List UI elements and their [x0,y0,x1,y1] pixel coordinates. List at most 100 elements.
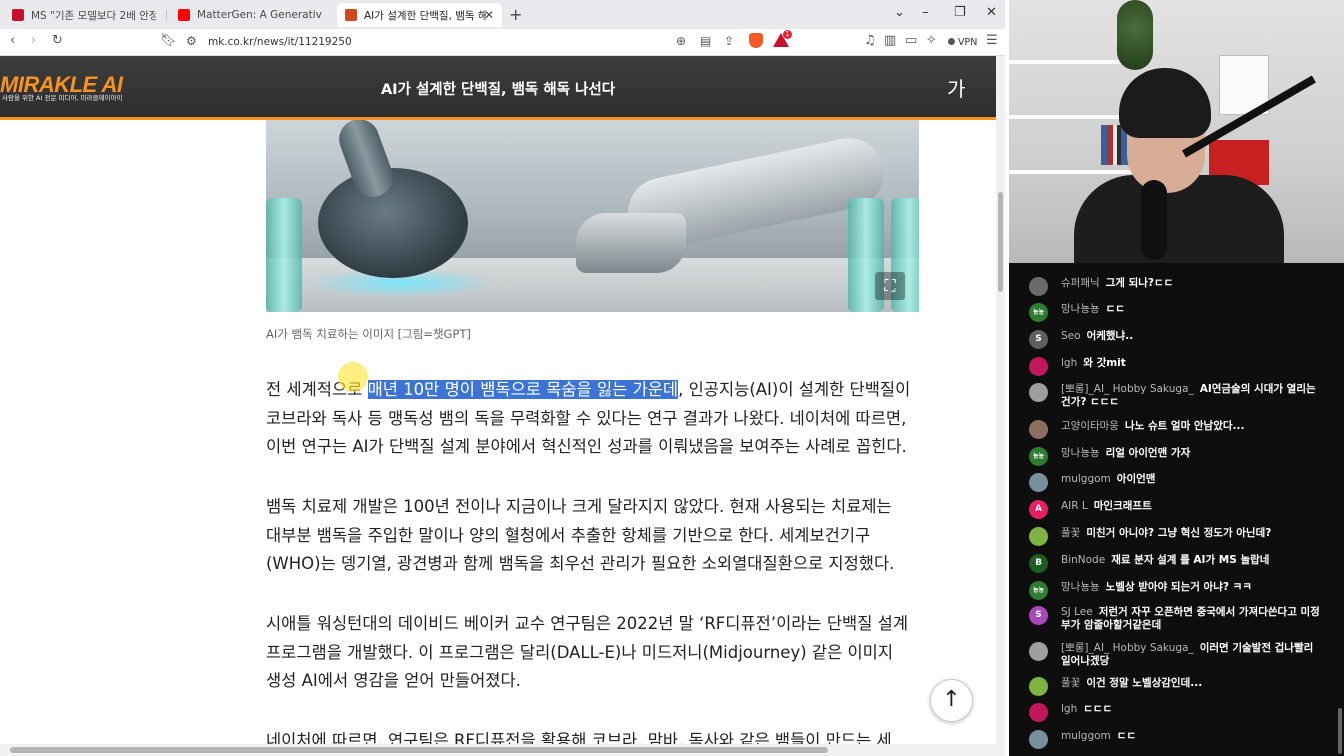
reload-icon[interactable]: ↻ [52,33,63,48]
tab-mattergen-youtube[interactable]: MatterGen: A Generative Model f [170,3,330,27]
reader-mode-icon[interactable]: ▤ [700,34,711,48]
paragraph-4: 네이처에 따르면, 연구팀은 RF디퓨전을 활용해 코브라, 맘바, 독사와 같… [266,731,892,744]
site-info-icon[interactable]: ⚙ [186,34,197,48]
stream-panel: 슈퍼패닉 그게 되나?ㄷㄷ 뇽뇽 망나뇽뇽 ㄷㄷ S Seo 어케했냐.. lgh 와 갓mit[… [1009,0,1344,756]
chat-author[interactable]: lgh [1061,703,1077,715]
chat-author[interactable]: 풀꽃 [1061,677,1080,689]
avatar[interactable]: 뇽뇽 [1029,447,1048,466]
avatar[interactable]: A [1029,500,1048,519]
chat-message-text: 와 갓mit [1083,357,1126,369]
avatar[interactable] [1029,420,1048,439]
leo-ai-icon[interactable]: ✧ [926,33,937,48]
chat-message-text: 미친거 아니야? 그냥 혁신 정도가 아닌데? [1086,527,1272,539]
avatar[interactable] [1029,357,1048,376]
restore-icon[interactable]: ❐ [954,5,966,20]
chat-text: 망나뇽뇽 리얼 아이언맨 가자 [1061,447,1321,460]
page-title: AI가 설계한 단백질, 뱀독 해독 나선다 [380,82,616,98]
avatar[interactable] [1029,473,1048,492]
rewards-badge: 1 [783,30,792,39]
chat-author[interactable]: mulggom [1061,730,1111,742]
brave-shields-icon[interactable] [749,33,763,48]
scrollbar-thumb[interactable] [998,192,1003,292]
chat-scrollbar[interactable] [1338,708,1342,754]
chat-message-text: 저런거 자꾸 오픈하면 중국에서 가져다쓴다고 미정부가 암줄아할거같은데 [1061,606,1320,631]
chat-author[interactable]: 망나뇽뇽 [1061,303,1100,315]
vertical-scrollbar[interactable] [996,56,1005,756]
avatar[interactable]: S [1029,330,1048,349]
font-size-button[interactable]: 가 [947,73,965,102]
media-icon[interactable]: ♫ [864,33,876,48]
horizontal-scrollbar[interactable] [0,744,996,756]
brave-news-favicon-icon [12,9,24,21]
chat-author[interactable]: 망나뇽뇽 [1061,581,1100,593]
youtube-favicon-icon [178,9,190,21]
chat-message-text: 리얼 아이언맨 가자 [1105,447,1191,459]
chat-text: BinNode 재료 분자 설계 를 AI가 MS 놀랍네 [1061,554,1321,567]
zoom-icon[interactable]: ⊕ [676,34,686,48]
chat-author[interactable]: AIR L [1061,500,1088,512]
chat-text: lgh 와 갓mit [1061,357,1321,370]
chat-author[interactable]: lgh [1061,357,1077,369]
avatar[interactable] [1029,527,1048,546]
scrollbar-thumb[interactable] [10,747,828,753]
chat-author[interactable]: Seo [1061,330,1081,342]
chat-message-text: 재료 분자 설계 를 AI가 MS 놀랍네 [1111,554,1270,566]
plant [1117,0,1153,70]
article-body: ⛶ AI가 뱀독 치료하는 이미지 [그림=챗GPT] 전 세계적으로 매년 1… [0,120,996,744]
mouse-cursor-highlight [338,362,368,392]
image-caption: AI가 뱀독 치료하는 이미지 [그림=챗GPT] [266,327,471,341]
chat-author[interactable]: 망나뇽뇽 [1061,447,1100,459]
tab-close-icon[interactable]: ✕ [484,8,494,22]
chat-author[interactable]: [뽀롱]_AI_ Hobby Sakuga_ [1061,383,1194,395]
expand-image-icon[interactable]: ⛶ [875,272,905,300]
close-window-icon[interactable]: ✕ [986,5,997,20]
chat-text: lgh ㄷㄷㄷ [1061,703,1321,716]
avatar[interactable] [1029,277,1048,296]
chat-author[interactable]: 슈퍼패닉 [1061,277,1100,289]
forward-icon[interactable]: › [31,33,36,48]
tab-active-article[interactable]: AI가 설계한 단백질, 뱀독 해독 ✕ [337,3,502,27]
shelf [1009,170,1149,174]
chat-author[interactable]: mulggom [1061,473,1111,485]
avatar[interactable] [1029,703,1048,722]
avatar[interactable] [1029,677,1048,696]
chat-author[interactable]: 고양이타마웅 [1061,420,1119,432]
avatar[interactable]: B [1029,554,1048,573]
bookmark-icon[interactable]: 🔖︎ [160,33,177,48]
sidebar-icon[interactable]: ▥ [884,33,896,48]
chat-message-text: 나노 슈트 얼마 안남았다... [1124,420,1245,432]
webcam-feed [1009,0,1344,263]
browser-window: MS "기존 모델보다 2배 안정적인 MatterGen: A Generat… [0,0,1005,756]
live-chat: 슈퍼패닉 그게 되나?ㄷㄷ 뇽뇽 망나뇽뇽 ㄷㄷ S Seo 어케했냐.. lgh 와 갓mit[… [1009,263,1344,756]
avatar[interactable]: 뇽뇽 [1029,303,1048,322]
chat-author[interactable]: [뽀롱]_AI_ Hobby Sakuga_ [1061,642,1194,654]
chat-text: 고양이타마웅 나노 슈트 얼마 안남았다... [1061,420,1321,433]
address-bar[interactable]: ⚙ mk.co.kr/news/it/11219250 ⊕ ▤ ⇪ [178,31,802,54]
chat-author[interactable]: BinNode [1061,554,1105,566]
avatar[interactable]: 뇽뇽 [1029,581,1048,600]
avatar[interactable]: S [1029,606,1048,625]
chat-text: 망나뇽뇽 ㄷㄷ [1061,303,1321,316]
minimize-icon[interactable]: – [922,5,929,20]
chat-text: mulggom 아이언맨 [1061,473,1321,486]
paragraph-1: 전 세계적으로 매년 10만 명이 뱀독으로 목숨을 잃는 가운데, 인공지능(… [266,376,922,462]
avatar[interactable] [1029,383,1048,402]
new-tab-button[interactable]: + [509,5,522,24]
share-icon[interactable]: ⇪ [724,34,734,48]
scroll-to-top-button[interactable]: ↑ [930,679,973,722]
chat-message-text: ㄷㄷ [1105,303,1125,315]
article-image: ⛶ [266,120,919,312]
chat-message-text: 어케했냐.. [1086,330,1134,342]
menu-icon[interactable]: ☰ [986,33,998,48]
url-text[interactable]: mk.co.kr/news/it/11219250 [208,36,352,48]
chat-author[interactable]: SJ Lee [1061,606,1093,618]
chat-message-text: 아이언맨 [1116,473,1156,485]
back-icon[interactable]: ‹ [10,33,15,48]
avatar[interactable] [1029,642,1048,661]
tab-search-chevron-icon[interactable]: ⌄ [894,5,905,20]
avatar[interactable] [1029,730,1048,749]
chat-author[interactable]: 풀꽃 [1061,527,1080,539]
tab-ms-article[interactable]: MS "기존 모델보다 2배 안정적인 [4,3,164,27]
vpn-button[interactable]: VPN [948,37,977,48]
wallet-icon[interactable]: ▭ [905,33,917,48]
